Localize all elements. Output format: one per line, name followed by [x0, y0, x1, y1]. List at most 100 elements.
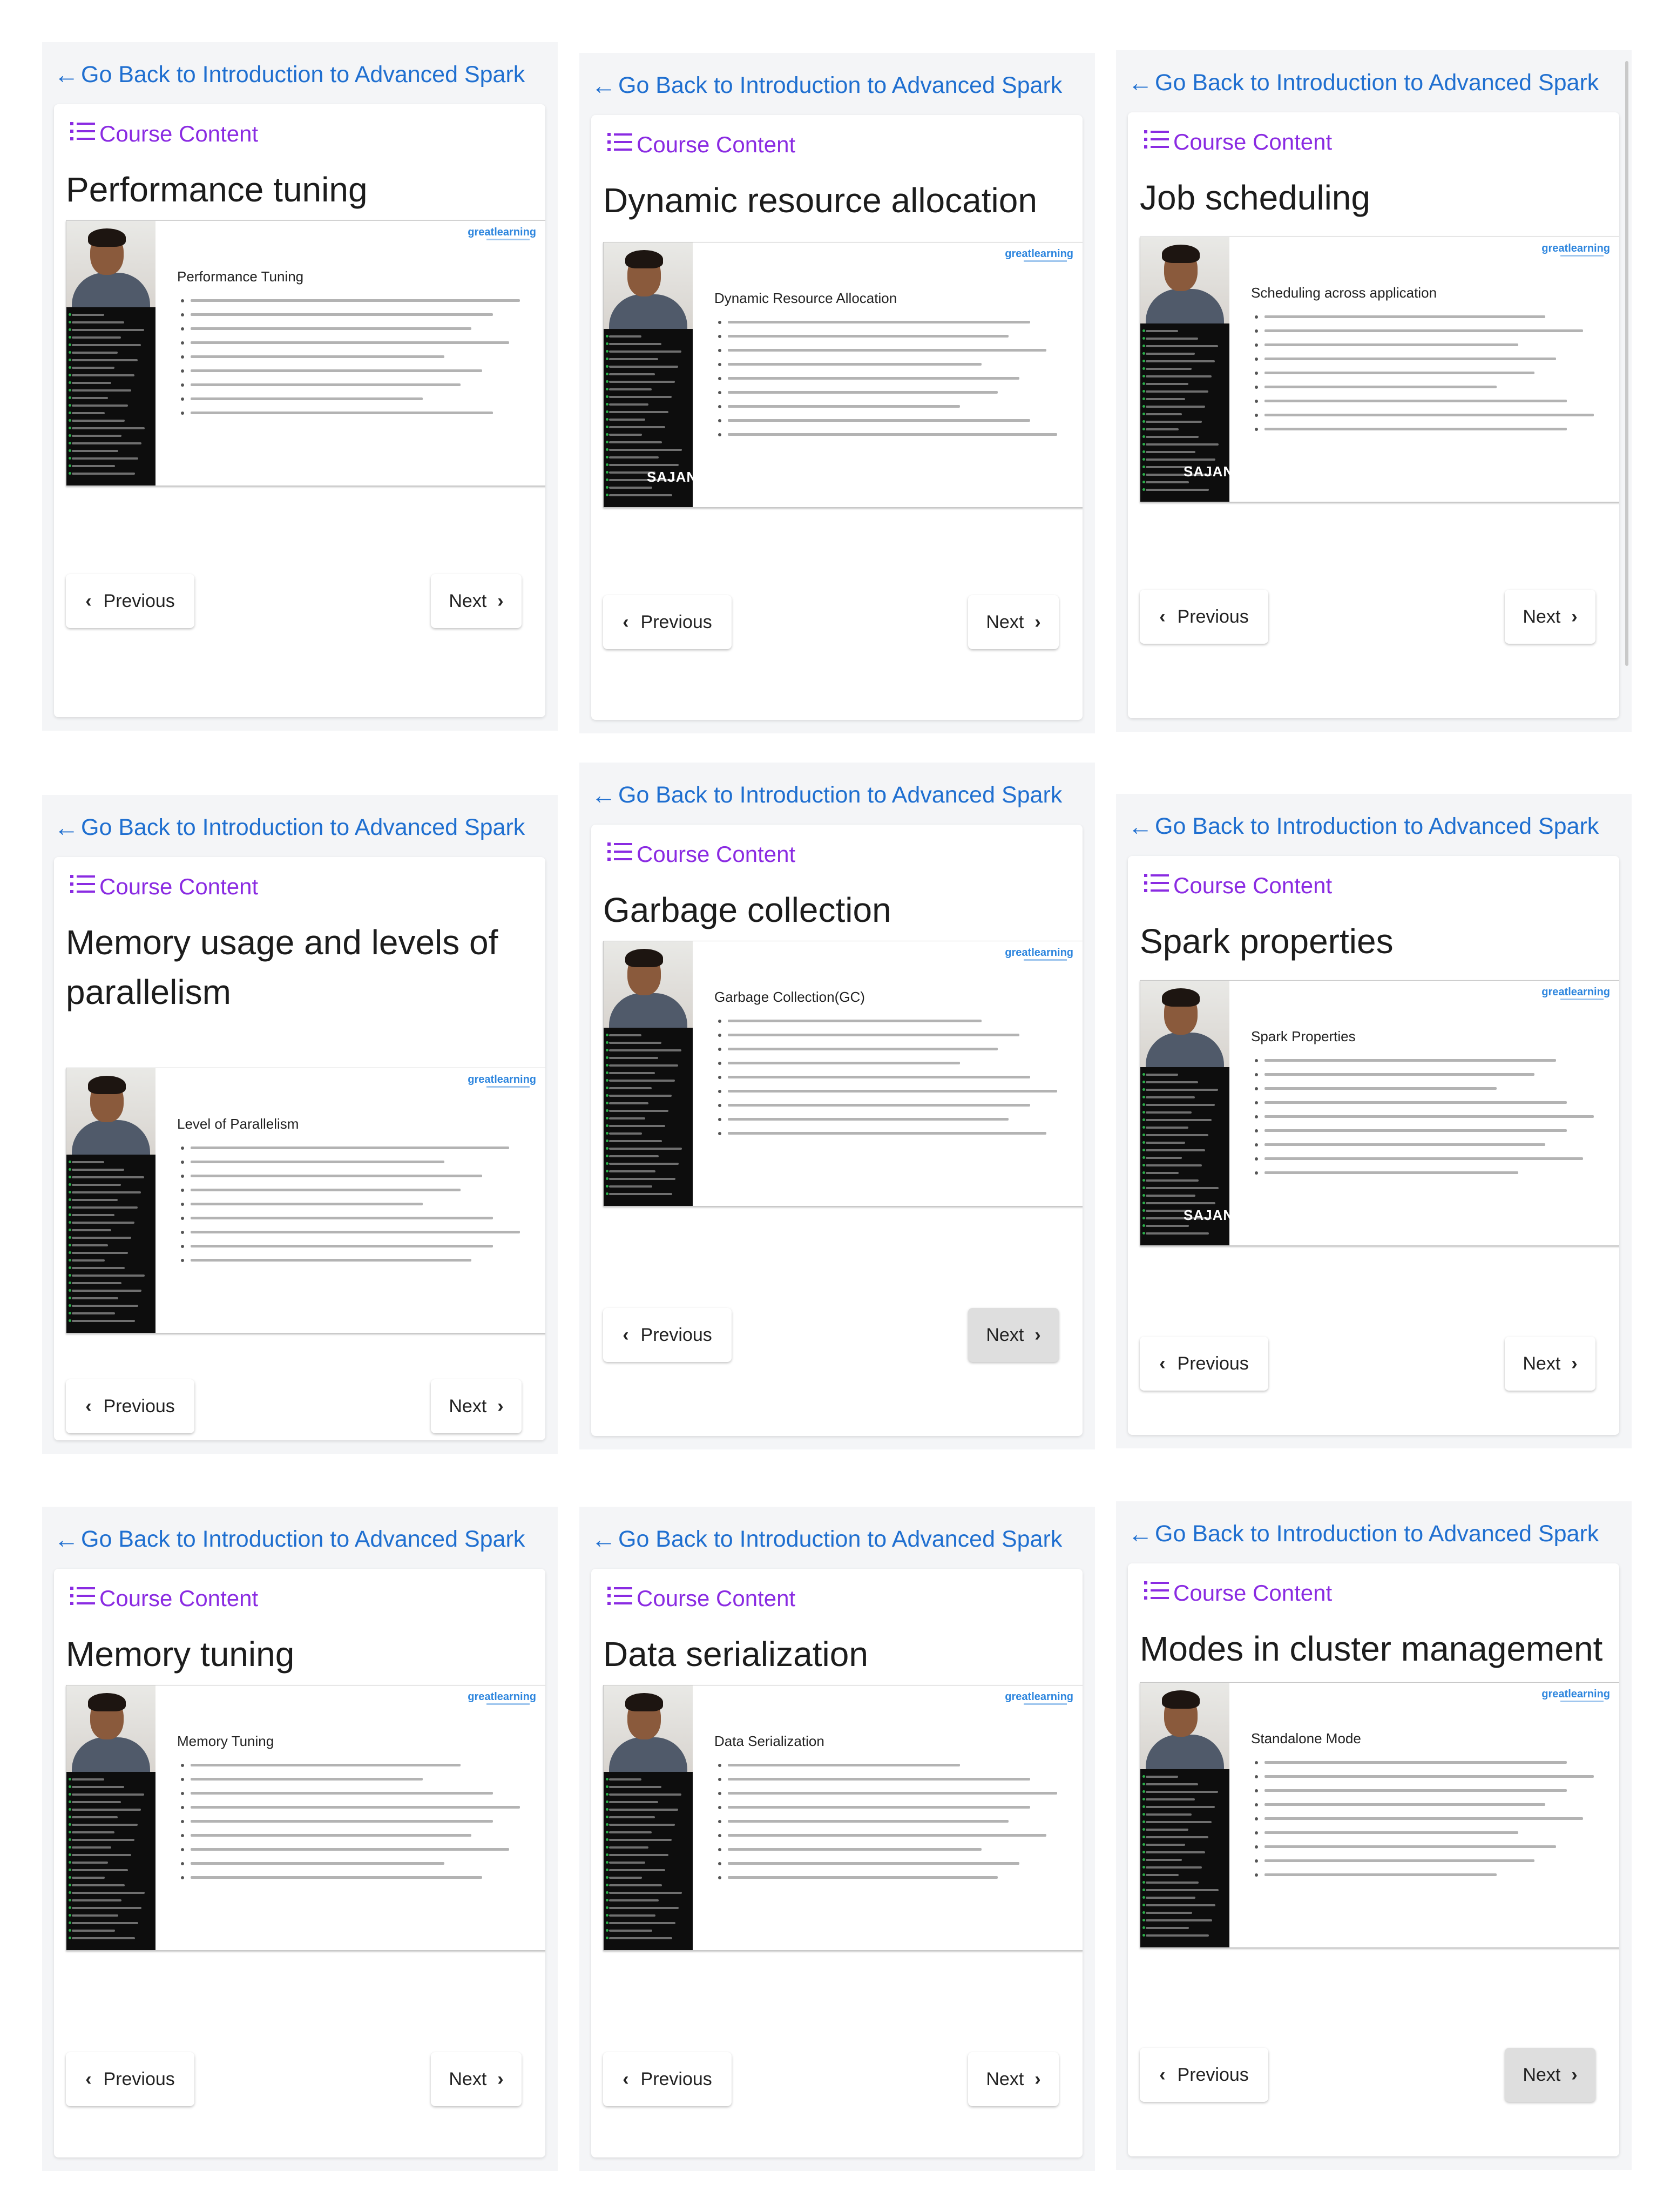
- back-link-label: Go Back to Introduction to Advanced Spar…: [1155, 1520, 1599, 1547]
- previous-button[interactable]: ‹ Previous: [1140, 2048, 1268, 2102]
- sidebar-check-dot: [69, 472, 71, 475]
- next-button[interactable]: Next ›: [1505, 590, 1595, 644]
- slide-bullet: [181, 299, 184, 302]
- sidebar-menu-line: [1146, 390, 1208, 393]
- slide-text-line: [191, 412, 493, 414]
- back-to-course-link[interactable]: ← Go Back to Introduction to Advanced Spa…: [54, 53, 525, 96]
- slide-text-line: [1264, 358, 1556, 360]
- next-button[interactable]: Next ›: [1505, 1337, 1595, 1391]
- sidebar-check-dot: [69, 1244, 71, 1246]
- sidebar-check-dot: [69, 419, 71, 422]
- back-to-course-link[interactable]: ← Go Back to Introduction to Advanced Spa…: [54, 1518, 525, 1561]
- slide-text-line: [191, 369, 482, 372]
- sidebar-check-dot: [606, 1785, 608, 1788]
- course-content-link[interactable]: Course Content: [70, 1582, 258, 1615]
- next-label: Next: [449, 1395, 487, 1417]
- logo-tagline-bar: [486, 1086, 530, 1088]
- back-to-course-link[interactable]: ← Go Back to Introduction to Advanced Spa…: [1128, 1512, 1599, 1555]
- video-slide[interactable]: SAJAN KEDIA greatlearning Dynamic Resource…: [603, 242, 1083, 508]
- back-to-course-link[interactable]: ← Go Back to Introduction to Advanced Spa…: [591, 1518, 1062, 1561]
- sidebar-check-dot: [69, 1229, 71, 1231]
- next-button[interactable]: Next ›: [1505, 2048, 1595, 2102]
- previous-button[interactable]: ‹ Previous: [66, 2052, 194, 2106]
- sidebar-check-dot: [606, 373, 608, 375]
- course-content-link[interactable]: Course Content: [607, 129, 795, 161]
- video-slide[interactable]: greatlearning Data Serialization: [603, 1685, 1083, 1951]
- chevron-left-icon: ‹: [1159, 606, 1166, 627]
- previous-button[interactable]: ‹ Previous: [1140, 590, 1268, 644]
- slide-text-line: [191, 1778, 423, 1781]
- sidebar-check-dot: [1142, 1775, 1145, 1778]
- sidebar-menu-line: [72, 427, 145, 429]
- sidebar-menu-line: [72, 314, 104, 316]
- sidebar-check-dot: [69, 1785, 71, 1788]
- next-button[interactable]: Next ›: [431, 2052, 522, 2106]
- sidebar-menu-line: [609, 1907, 679, 1909]
- sidebar-check-dot: [1142, 1103, 1145, 1106]
- next-button[interactable]: Next ›: [431, 574, 522, 628]
- previous-button[interactable]: ‹ Previous: [1140, 1337, 1268, 1391]
- previous-label: Previous: [1177, 1353, 1249, 1374]
- sidebar-menu-line: [609, 1809, 678, 1811]
- slide-text-line: [728, 1118, 1009, 1121]
- video-slide[interactable]: greatlearning Standalone Mode: [1140, 1682, 1619, 1948]
- slide-bullet: [718, 1062, 721, 1065]
- next-button[interactable]: Next ›: [431, 1379, 522, 1433]
- slide-bullet: [1255, 1171, 1258, 1175]
- sidebar-check-dot: [606, 1124, 608, 1127]
- back-to-course-link[interactable]: ← Go Back to Introduction to Advanced Spa…: [591, 773, 1062, 817]
- next-button[interactable]: Next ›: [968, 2052, 1059, 2106]
- video-slide[interactable]: SAJAN KEDIA greatlearning Scheduling acros…: [1140, 237, 1619, 502]
- video-slide[interactable]: SAJAN KEDIA greatlearning Spark Properties: [1140, 980, 1619, 1246]
- sidebar-menu-line: [72, 1899, 121, 1901]
- previous-button[interactable]: ‹ Previous: [603, 595, 732, 649]
- course-content-link[interactable]: Course Content: [1144, 1577, 1332, 1609]
- back-to-course-link[interactable]: ← Go Back to Introduction to Advanced Spa…: [591, 64, 1062, 107]
- sidebar-check-dot: [1142, 1232, 1145, 1235]
- previous-button[interactable]: ‹ Previous: [603, 2052, 732, 2106]
- video-slide[interactable]: greatlearning Performance Tuning: [66, 220, 545, 486]
- next-button[interactable]: Next ›: [968, 1308, 1059, 1362]
- sidebar-menu-line: [609, 343, 661, 345]
- slide-text-line: [191, 1231, 520, 1233]
- greatlearning-logo: greatlearning: [1541, 242, 1610, 254]
- sidebar-check-dot: [1142, 1209, 1145, 1212]
- sidebar-menu-line: [72, 457, 138, 460]
- sidebar-menu-line: [72, 1907, 141, 1909]
- course-content-link[interactable]: Course Content: [1144, 869, 1332, 902]
- slide-bullet: [718, 1020, 721, 1023]
- sidebar-check-dot: [69, 1289, 71, 1292]
- sidebar-check-dot: [69, 343, 71, 346]
- sidebar-check-dot: [69, 1838, 71, 1841]
- previous-button[interactable]: ‹ Previous: [603, 1308, 732, 1362]
- slide-title: Dynamic Resource Allocation: [714, 290, 897, 306]
- sidebar-menu-line: [1146, 1912, 1192, 1914]
- previous-button[interactable]: ‹ Previous: [66, 1379, 194, 1433]
- sidebar-menu-line: [72, 336, 121, 339]
- sidebar-menu-line: [609, 464, 679, 466]
- slide-text-line: [1264, 1859, 1534, 1862]
- sidebar-check-dot: [606, 1041, 608, 1044]
- sidebar-check-dot: [1142, 1073, 1145, 1076]
- back-to-course-link[interactable]: ← Go Back to Introduction to Advanced Spa…: [54, 806, 525, 849]
- video-slide[interactable]: greatlearning Memory Tuning: [66, 1685, 545, 1951]
- sidebar-check-dot: [606, 350, 608, 353]
- sidebar-check-dot: [69, 1921, 71, 1924]
- slide-bullet: [1255, 329, 1258, 333]
- slide-text-line: [1264, 1803, 1545, 1806]
- back-to-course-link[interactable]: ← Go Back to Introduction to Advanced Spa…: [1128, 61, 1599, 104]
- course-content-link[interactable]: Course Content: [1144, 126, 1332, 158]
- previous-button[interactable]: ‹ Previous: [66, 574, 194, 628]
- back-to-course-link[interactable]: ← Go Back to Introduction to Advanced Spa…: [1128, 805, 1599, 848]
- video-slide[interactable]: greatlearning Garbage Collection(GC): [603, 941, 1083, 1206]
- sidebar-menu-line: [609, 1193, 672, 1195]
- course-content-link[interactable]: Course Content: [607, 1582, 795, 1615]
- scrollbar[interactable]: [1625, 61, 1628, 666]
- next-button[interactable]: Next ›: [968, 595, 1059, 649]
- video-slide[interactable]: greatlearning Level of Parallelism: [66, 1068, 545, 1333]
- lesson-panel: ← Go Back to Introduction to Advanced Spa…: [579, 1507, 1095, 2171]
- course-content-link[interactable]: Course Content: [70, 118, 258, 150]
- sidebar-menu-line: [1146, 428, 1179, 430]
- course-content-link[interactable]: Course Content: [70, 871, 258, 903]
- course-content-link[interactable]: Course Content: [607, 838, 795, 871]
